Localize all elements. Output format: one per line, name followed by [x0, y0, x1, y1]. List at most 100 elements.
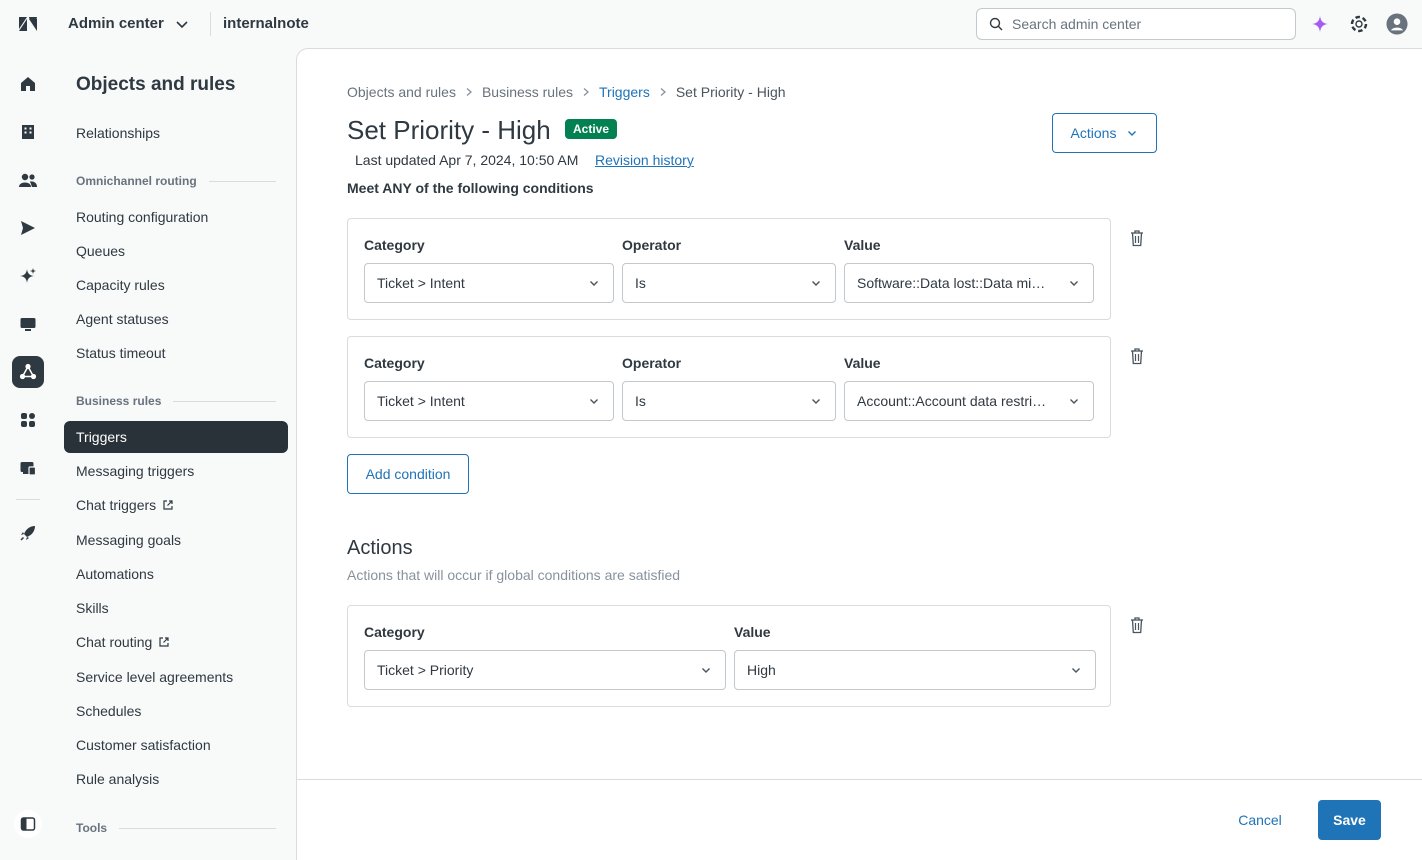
objects-rules-icon[interactable]: [12, 356, 44, 388]
nav-item-service-level-agreements[interactable]: Service level agreements: [64, 661, 288, 693]
operator-select[interactable]: Is: [622, 381, 836, 421]
nav-item-messaging-goals[interactable]: Messaging goals: [64, 524, 288, 556]
page-title: Set Priority - High: [347, 115, 551, 145]
breadcrumb: Objects and rules Business rules Trigger…: [347, 84, 786, 100]
main-panel: Objects and rules Business rules Trigger…: [296, 48, 1422, 860]
operator-select[interactable]: Is: [622, 263, 836, 303]
product-name: Admin center: [68, 15, 164, 32]
apps-integrations-icon[interactable]: [12, 404, 44, 436]
category-label: Category: [364, 237, 425, 253]
chevron-down-icon: [1055, 264, 1093, 302]
nav-item-chat-routing[interactable]: Chat routing: [64, 626, 288, 658]
nav-heading-tools: Tools: [76, 821, 276, 835]
chevron-down-icon: [575, 382, 613, 420]
nav-item-skills[interactable]: Skills: [64, 592, 288, 624]
chevron-down-icon: [687, 651, 725, 689]
home-icon[interactable]: [12, 68, 44, 100]
secondary-nav: Objects and rules Relationships Omnichan…: [56, 48, 296, 860]
chevron-down-icon: [1128, 131, 1137, 136]
external-link-icon: [159, 637, 169, 647]
chevron-right-icon: [660, 88, 666, 96]
breadcrumb-current: Set Priority - High: [675, 84, 786, 100]
nav-heading-business-rules: Business rules: [76, 394, 276, 408]
value-select[interactable]: Software::Data lost::Data missing: [844, 263, 1094, 303]
condition-row: Category Operator Value Ticket > Intent …: [347, 218, 1111, 320]
search-icon: [989, 17, 1003, 31]
product-switcher[interactable]: Admin center: [68, 15, 190, 32]
ai-sparkle-icon[interactable]: [12, 260, 44, 292]
operator-label: Operator: [622, 237, 682, 253]
form-footer: Cancel Save: [297, 779, 1422, 860]
nav-item-routing-configuration[interactable]: Routing configuration: [64, 201, 288, 233]
last-updated: Last updated Apr 7, 2024, 10:50 AM: [355, 152, 579, 168]
nav-item-queues[interactable]: Queues: [64, 235, 288, 267]
value-label: Value: [844, 355, 881, 371]
chevron-down-icon: [1057, 651, 1095, 689]
chevron-down-icon: [797, 264, 835, 302]
nav-item-customer-satisfaction[interactable]: Customer satisfaction: [64, 729, 288, 761]
chevron-down-icon: [1055, 382, 1093, 420]
cancel-button[interactable]: Cancel: [1225, 800, 1295, 840]
chevron-right-icon: [583, 88, 589, 96]
top-divider: [210, 12, 211, 36]
people-icon[interactable]: [12, 164, 44, 196]
chevron-down-icon: [797, 382, 835, 420]
revision-history-link[interactable]: Revision history: [595, 152, 694, 168]
trash-icon[interactable]: [1129, 347, 1145, 365]
nav-item-triggers[interactable]: Triggers: [64, 421, 288, 453]
nav-item-relationships[interactable]: Relationships: [64, 117, 288, 149]
add-condition-button[interactable]: Add condition: [347, 454, 469, 494]
nav-item-status-timeout[interactable]: Status timeout: [64, 337, 288, 369]
chevron-right-icon: [466, 88, 472, 96]
category-select[interactable]: Ticket > Intent: [364, 381, 614, 421]
operator-label: Operator: [622, 355, 682, 371]
nav-item-schedules[interactable]: Schedules: [64, 695, 288, 727]
sparkle-ai-icon[interactable]: [1309, 13, 1331, 35]
rail-divider: [16, 499, 40, 500]
actions-menu-button[interactable]: Actions: [1052, 113, 1157, 153]
action-category-select[interactable]: Ticket > Priority: [364, 650, 726, 690]
value-label: Value: [844, 237, 881, 253]
user-avatar-icon[interactable]: [1386, 13, 1408, 35]
category-select[interactable]: Ticket > Intent: [364, 263, 614, 303]
account-icon[interactable]: [12, 452, 44, 484]
actions-section-title: Actions: [347, 537, 413, 559]
breadcrumb-objects-and-rules[interactable]: Objects and rules: [347, 84, 456, 100]
action-value-select[interactable]: High: [734, 650, 1096, 690]
nav-item-rule-analysis[interactable]: Rule analysis: [64, 763, 288, 795]
value-select[interactable]: Account::Account data restriction: [844, 381, 1094, 421]
value-label: Value: [734, 624, 771, 640]
search-input[interactable]: [1012, 16, 1282, 32]
status-badge: Active: [565, 119, 618, 139]
account-name: internalnote: [223, 15, 309, 32]
nav-item-agent-statuses[interactable]: Agent statuses: [64, 303, 288, 335]
condition-row: Category Operator Value Ticket > Intent …: [347, 336, 1111, 438]
nav-item-chat-triggers[interactable]: Chat triggers: [64, 489, 288, 521]
top-bar: Admin center internalnote: [0, 0, 1422, 48]
nav-item-capacity-rules[interactable]: Capacity rules: [64, 269, 288, 301]
nav-heading-omnichannel: Omnichannel routing: [76, 174, 276, 188]
chevron-down-icon: [176, 20, 188, 28]
rocket-icon[interactable]: [12, 517, 44, 549]
conditions-heading: Meet ANY of the following conditions: [347, 180, 594, 196]
nav-item-messaging-triggers[interactable]: Messaging triggers: [64, 455, 288, 487]
action-row: Category Value Ticket > Priority High: [347, 605, 1111, 707]
actions-section-description: Actions that will occur if global condit…: [347, 567, 681, 583]
channels-send-icon[interactable]: [12, 212, 44, 244]
help-lifebuoy-icon[interactable]: [1348, 13, 1370, 35]
workspaces-monitor-icon[interactable]: [12, 308, 44, 340]
save-button[interactable]: Save: [1318, 800, 1381, 840]
breadcrumb-triggers[interactable]: Triggers: [599, 84, 650, 100]
panel-toggle-icon[interactable]: [12, 808, 44, 840]
trash-icon[interactable]: [1129, 616, 1145, 634]
chevron-down-icon: [575, 264, 613, 302]
nav-item-automations[interactable]: Automations: [64, 558, 288, 590]
search-box[interactable]: [976, 8, 1296, 40]
nav-title: Objects and rules: [76, 74, 236, 95]
category-label: Category: [364, 624, 425, 640]
trash-icon[interactable]: [1129, 229, 1145, 247]
breadcrumb-business-rules[interactable]: Business rules: [482, 84, 573, 100]
building-icon[interactable]: [12, 116, 44, 148]
product-rail: [0, 48, 56, 860]
zendesk-logo-icon[interactable]: [16, 12, 40, 36]
